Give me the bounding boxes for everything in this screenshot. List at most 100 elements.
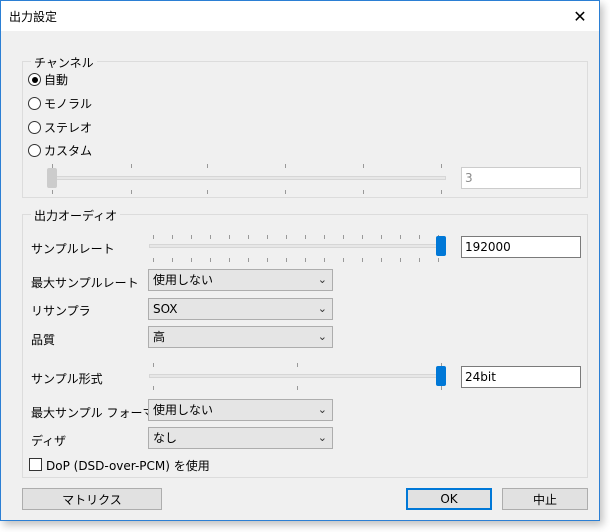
slider-tick [207, 190, 208, 194]
slider-tick [286, 235, 287, 239]
slider-tick [381, 258, 382, 262]
dop-checkbox[interactable] [29, 458, 42, 471]
slider-tick [343, 258, 344, 262]
select-value: 高 [153, 330, 166, 344]
slider-tick [153, 386, 154, 390]
select-value: SOX [153, 302, 178, 316]
radio-icon [28, 97, 41, 110]
slider-tick [400, 235, 401, 239]
slider-tick [131, 164, 132, 168]
slider-tick [52, 190, 53, 194]
slider-tick [153, 363, 154, 367]
slider-tick [297, 363, 298, 367]
slider-tick [131, 190, 132, 194]
slider-tick [362, 258, 363, 262]
slider-tick [210, 235, 211, 239]
slider-tick [324, 258, 325, 262]
slider-tick [441, 164, 442, 168]
slider-tick [419, 235, 420, 239]
slider-tick [305, 258, 306, 262]
slider-tick [363, 164, 364, 168]
slider-tick [172, 235, 173, 239]
select-value: 使用しない [153, 403, 214, 417]
max-sample-format-select[interactable]: 使用しない ⌄ [148, 399, 333, 421]
slider-tick [191, 235, 192, 239]
slider-tick [191, 258, 192, 262]
slider-tick [363, 190, 364, 194]
sample-format-field[interactable]: 24bit [461, 366, 581, 388]
window-title: 出力設定 [9, 10, 58, 24]
channel-slider-track[interactable] [48, 176, 446, 180]
slider-tick [229, 258, 230, 262]
channel-radio-stereo[interactable]: ステレオ [28, 119, 92, 136]
cancel-button[interactable]: 中止 [502, 488, 588, 510]
matrix-button-label: マトリクス [62, 492, 122, 507]
slider-tick [438, 258, 439, 262]
slider-tick [248, 235, 249, 239]
channel-option-label: 自動 [44, 73, 69, 87]
close-icon: ✕ [573, 6, 587, 26]
sample-format-slider-thumb[interactable] [436, 366, 446, 386]
slider-tick [153, 258, 154, 262]
cancel-button-label: 中止 [532, 492, 557, 507]
channel-radio-custom[interactable]: カスタム [28, 142, 92, 159]
chevron-down-icon: ⌄ [317, 330, 327, 343]
channel-option-label: カスタム [44, 144, 93, 158]
title-bar: 出力設定 ✕ [1, 1, 599, 31]
resampler-label: リサンプラ [31, 304, 91, 318]
sample-rate-slider-thumb[interactable] [436, 236, 446, 256]
select-value: なし [153, 431, 178, 445]
sample-rate-field[interactable]: 192000 [461, 236, 581, 258]
channel-radio-mono[interactable]: モノラル [28, 95, 92, 112]
channel-option-label: モノラル [44, 97, 93, 111]
sample-rate-slider-track[interactable] [149, 244, 446, 248]
chevron-down-icon: ⌄ [317, 431, 327, 444]
quality-label: 品質 [31, 333, 56, 347]
slider-tick [207, 164, 208, 168]
slider-tick [285, 164, 286, 168]
slider-tick [267, 258, 268, 262]
channel-group-label: チャンネル [31, 54, 97, 71]
quality-select[interactable]: 高 ⌄ [148, 326, 333, 348]
max-sample-rate-select[interactable]: 使用しない ⌄ [148, 269, 333, 291]
slider-tick [441, 190, 442, 194]
select-value: 使用しない [153, 273, 214, 287]
slider-tick [172, 258, 173, 262]
slider-tick [248, 258, 249, 262]
channel-option-label: ステレオ [44, 121, 93, 135]
resampler-select[interactable]: SOX ⌄ [148, 298, 333, 320]
chevron-down-icon: ⌄ [317, 273, 327, 286]
slider-tick [305, 235, 306, 239]
dither-label: ディザ [31, 434, 67, 448]
slider-tick [285, 190, 286, 194]
slider-tick [286, 258, 287, 262]
channel-slider-thumb[interactable] [47, 168, 57, 188]
slider-tick [362, 235, 363, 239]
chevron-down-icon: ⌄ [317, 302, 327, 315]
ok-button-label: OK [440, 492, 458, 506]
dither-select[interactable]: なし ⌄ [148, 427, 333, 449]
slider-tick [324, 235, 325, 239]
chevron-down-icon: ⌄ [317, 403, 327, 416]
slider-tick [210, 258, 211, 262]
slider-tick [343, 235, 344, 239]
slider-tick [381, 235, 382, 239]
ok-button[interactable]: OK [406, 488, 492, 510]
channel-count-field[interactable]: 3 [461, 167, 581, 189]
radio-icon [28, 121, 41, 134]
max-sample-rate-label: 最大サンプルレート [31, 276, 139, 290]
sample-rate-label: サンプルレート [31, 242, 115, 256]
close-button[interactable]: ✕ [567, 5, 593, 27]
matrix-button[interactable]: マトリクス [22, 488, 162, 510]
slider-tick [441, 386, 442, 390]
sample-format-slider-track[interactable] [149, 374, 446, 378]
sample-format-label: サンプル形式 [31, 372, 103, 386]
slider-tick [229, 235, 230, 239]
slider-tick [267, 235, 268, 239]
output-audio-group-label: 出力オーディオ [31, 207, 121, 224]
output-settings-dialog: 出力設定 ✕ チャンネル 自動 モノラル ステレオ カスタム 3 出力オーディオ [0, 0, 600, 521]
slider-tick [400, 258, 401, 262]
slider-tick [419, 258, 420, 262]
channel-radio-auto[interactable]: 自動 [28, 71, 68, 88]
dop-label: DoP (DSD-over-PCM) を使用 [46, 459, 210, 473]
